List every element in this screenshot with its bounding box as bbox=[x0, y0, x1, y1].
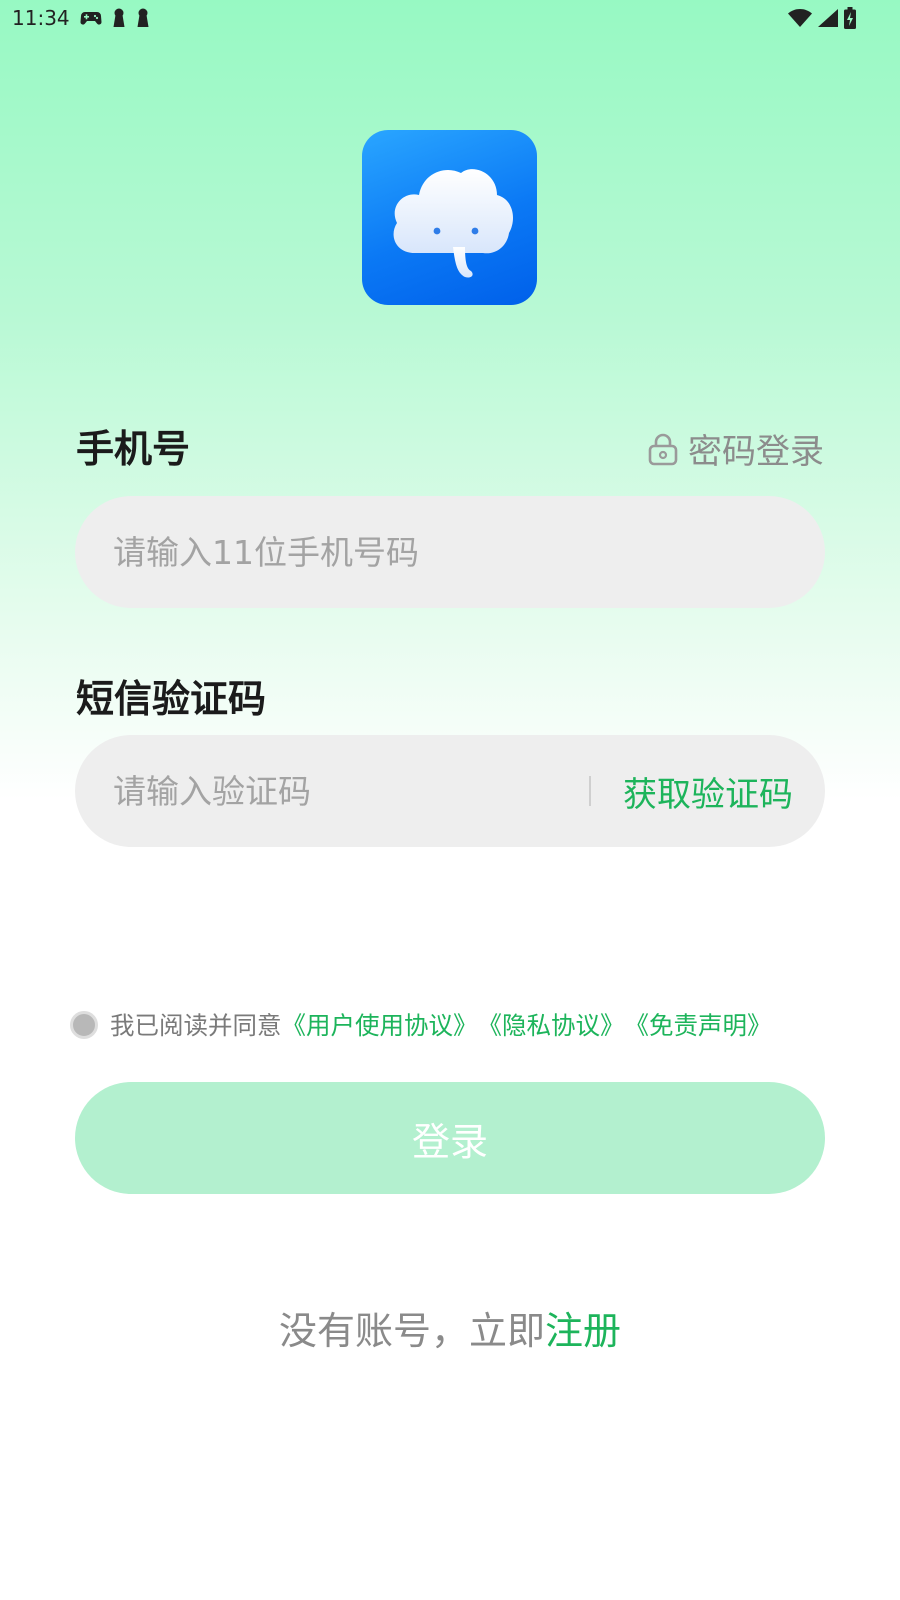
register-link[interactable]: 注册 bbox=[545, 1309, 621, 1353]
agreement-row: 我已阅读并同意 《用户使用协议》 《隐私协议》 《免责声明》 bbox=[70, 1007, 850, 1042]
password-login-label: 密码登录 bbox=[688, 432, 824, 472]
lock-icon bbox=[648, 432, 678, 466]
login-button[interactable]: 登录 bbox=[75, 1082, 825, 1194]
wifi-icon bbox=[788, 9, 812, 27]
gamepad-icon bbox=[80, 10, 102, 26]
agreement-radio[interactable] bbox=[70, 1010, 98, 1039]
disclaimer-link[interactable]: 《免责声明》 bbox=[625, 1007, 772, 1042]
app-logo bbox=[362, 130, 537, 305]
field-divider bbox=[589, 776, 591, 806]
phone-field bbox=[75, 496, 825, 608]
elephant-cloud-logo bbox=[393, 168, 513, 278]
status-left: 11:34 bbox=[12, 6, 150, 30]
status-time: 11:34 bbox=[12, 6, 70, 30]
phone-label: 手机号 bbox=[76, 427, 191, 471]
sms-code-input[interactable] bbox=[113, 771, 589, 811]
signal-icon bbox=[818, 9, 838, 27]
status-bar: 11:34 bbox=[0, 0, 900, 36]
privacy-policy-link[interactable]: 《隐私协议》 bbox=[478, 1007, 625, 1042]
keyhole-icon bbox=[136, 8, 150, 28]
sms-label: 短信验证码 bbox=[76, 677, 267, 721]
sms-field: 获取验证码 bbox=[75, 735, 825, 847]
password-login-link[interactable]: 密码登录 bbox=[648, 424, 824, 473]
register-row: 没有账号，立即注册 bbox=[0, 1300, 900, 1355]
get-code-button[interactable]: 获取验证码 bbox=[623, 767, 793, 816]
battery-charging-icon bbox=[844, 7, 856, 29]
phone-input[interactable] bbox=[113, 532, 793, 572]
register-prompt: 没有账号，立即 bbox=[278, 1309, 545, 1353]
keyhole-icon bbox=[112, 8, 126, 28]
user-agreement-link[interactable]: 《用户使用协议》 bbox=[282, 1007, 478, 1042]
agreement-text: 我已阅读并同意 bbox=[110, 1011, 282, 1040]
status-right bbox=[788, 7, 888, 29]
